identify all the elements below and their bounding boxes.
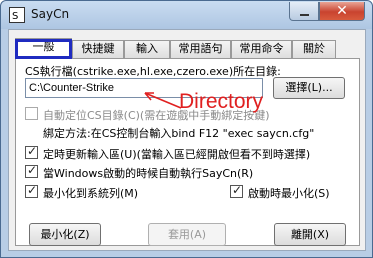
- tab-hotkeys[interactable]: 快捷鍵: [72, 40, 124, 58]
- tab-phrases[interactable]: 常用語句: [170, 40, 231, 58]
- bind-hint-text: 綁定方法:在CS控制台輸入bind F12 "exec saycn.cfg": [43, 127, 315, 140]
- app-icon: S: [9, 7, 25, 23]
- window-title: SayCn: [31, 7, 70, 21]
- auto-locate-checkbox[interactable]: [25, 107, 38, 120]
- tab-general[interactable]: 一般: [15, 38, 72, 59]
- general-panel: CS執行檔(cstrike.exe,hl.exe,czero.exe)所在目錄:…: [15, 58, 360, 246]
- autorun-label: 當Windows啟動的時候自動執行SayCn(R): [43, 167, 254, 180]
- title-bar[interactable]: S SayCn ✕: [1, 1, 372, 29]
- timer-refresh-label: 定時更新輸入區(U)(當輸入區已經開啟但看不到時選擇): [43, 148, 311, 161]
- close-window-button[interactable]: ✕: [319, 2, 365, 21]
- minimize-window-button[interactable]: [289, 2, 319, 21]
- dialog-client-area: 一般 快捷鍵 輸入 常用語句 常用命令 關於 CS執行檔(cstrike.exe…: [8, 29, 366, 251]
- minimize-to-tray-checkbox[interactable]: [25, 183, 38, 198]
- path-label: CS執行檔(cstrike.exe,hl.exe,czero.exe)所在目錄:: [25, 65, 281, 78]
- minimize-to-tray-label: 最小化到系統列(M): [43, 187, 139, 200]
- autorun-checkbox[interactable]: [25, 163, 38, 178]
- tab-about[interactable]: 關於: [292, 40, 336, 58]
- start-minimized-checkbox[interactable]: [230, 183, 243, 198]
- minimize-icon: [300, 14, 309, 16]
- timer-refresh-checkbox[interactable]: [25, 144, 38, 159]
- directory-annotation: Directory: [179, 90, 264, 113]
- start-minimized-label: 啟動時最小化(S): [248, 187, 330, 200]
- annotation-arrow-icon: [144, 92, 182, 109]
- svg-text:S: S: [12, 11, 18, 22]
- tab-input[interactable]: 輸入: [124, 40, 170, 58]
- close-icon: ✕: [336, 3, 348, 19]
- apply-button[interactable]: 套用(A): [148, 223, 226, 246]
- minimize-button[interactable]: 最小化(Z): [29, 223, 101, 246]
- app-window: S SayCn ✕ 一般 快捷鍵 輸入 常用語句 常用命令 關於 CS執行檔(c…: [0, 0, 373, 258]
- exit-button[interactable]: 離開(X): [274, 223, 346, 246]
- browse-button[interactable]: 選擇(L)...: [273, 77, 345, 99]
- tab-commands[interactable]: 常用命令: [231, 40, 292, 58]
